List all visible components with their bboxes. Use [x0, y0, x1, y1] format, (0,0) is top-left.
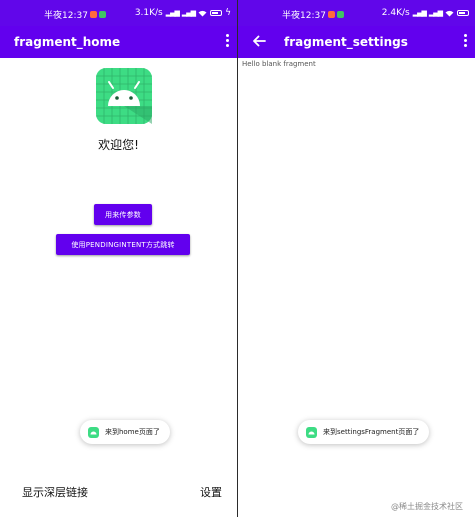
- status-time-group: 半夜12:37: [44, 8, 106, 21]
- nav-item-settings[interactable]: 设置: [200, 484, 222, 500]
- home-screen: 半夜12:37 3.1K/s ▂▄▆ ▂▄▆ ϟ fragment_home 欢…: [0, 0, 237, 517]
- signal-icon: ▂▄▆: [165, 9, 180, 17]
- toast: 来到home页面了: [80, 420, 170, 444]
- app-notification-icon: [336, 11, 344, 18]
- network-speed: 2.4K/s: [381, 8, 410, 18]
- overflow-menu-icon[interactable]: [223, 33, 231, 51]
- status-time: 半夜12:37: [44, 11, 88, 21]
- pending-intent-button[interactable]: 使用PENDINGINTENT方式跳转: [56, 234, 190, 255]
- overflow-menu-icon[interactable]: [461, 33, 469, 51]
- signal-icon: ▂▄▆: [412, 9, 427, 17]
- page-title: fragment_settings: [284, 35, 408, 49]
- app-notification-icon: [98, 11, 106, 18]
- android-app-icon: [88, 426, 99, 438]
- page-title: fragment_home: [14, 35, 121, 49]
- android-app-icon: [306, 426, 317, 438]
- app-bar: fragment_home: [0, 26, 237, 58]
- welcome-text: 欢迎您!: [98, 138, 139, 152]
- network-speed: 3.1K/s: [134, 8, 163, 18]
- signal-icon: ▂▄▆: [181, 9, 196, 17]
- signal-icon: ▂▄▆: [428, 9, 443, 17]
- status-bar: 半夜12:37 3.1K/s ▂▄▆ ▂▄▆ ϟ: [0, 0, 237, 26]
- status-indicators: 3.1K/s ▂▄▆ ▂▄▆ ϟ: [135, 8, 231, 18]
- blank-fragment-text: Hello blank fragment: [242, 60, 316, 68]
- status-indicators: 2.4K/s ▂▄▆ ▂▄▆: [382, 8, 469, 18]
- notification-icon: [327, 11, 335, 18]
- toast-message: 来到home页面了: [105, 428, 160, 436]
- nav-item-deep-link[interactable]: 显示深层链接: [22, 484, 88, 500]
- back-arrow-icon[interactable]: [250, 32, 268, 50]
- notification-icon: [89, 11, 97, 18]
- wifi-icon: [198, 10, 207, 16]
- toast: 来到settingsFragment页面了: [298, 420, 430, 444]
- watermark: @稀土掘金技术社区: [391, 502, 463, 511]
- app-bar: fragment_settings: [238, 26, 475, 58]
- status-time: 半夜12:37: [282, 11, 326, 21]
- charging-icon: ϟ: [225, 8, 231, 18]
- settings-screen: 半夜12:37 2.4K/s ▂▄▆ ▂▄▆ fragment_settings…: [238, 0, 475, 517]
- pass-params-button[interactable]: 用来传参数: [94, 204, 152, 225]
- battery-icon: [210, 10, 223, 16]
- status-time-group: 半夜12:37: [282, 8, 344, 21]
- android-app-icon: [96, 68, 152, 124]
- battery-icon: [457, 10, 469, 16]
- wifi-icon: [445, 10, 454, 16]
- status-bar: 半夜12:37 2.4K/s ▂▄▆ ▂▄▆: [238, 0, 475, 26]
- toast-message: 来到settingsFragment页面了: [323, 428, 420, 436]
